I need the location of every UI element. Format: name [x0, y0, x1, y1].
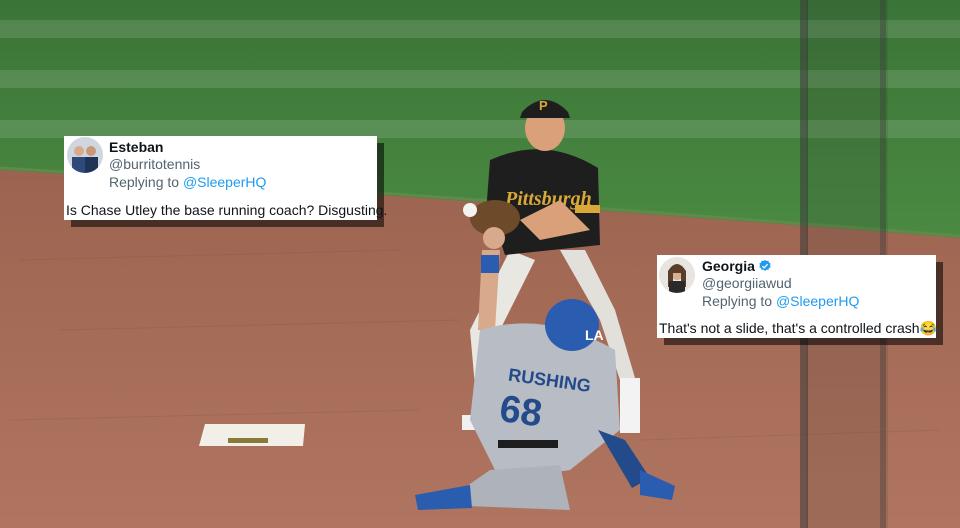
- cap-logo: P: [539, 98, 548, 113]
- tweet-text: Is Chase Utley the base running coach? D…: [66, 202, 388, 218]
- replying-to: Replying to @SleeperHQ: [109, 174, 266, 190]
- user-handle[interactable]: @georgiiawud: [702, 275, 792, 291]
- replying-prefix: Replying to: [702, 293, 776, 309]
- tweet-text: That's not a slide, that's a controlled …: [659, 320, 938, 336]
- replying-to: Replying to @SleeperHQ: [702, 293, 859, 309]
- avatar[interactable]: [659, 257, 695, 293]
- display-name[interactable]: Esteban: [109, 139, 163, 155]
- mention-link[interactable]: @SleeperHQ: [183, 174, 266, 190]
- mention-link[interactable]: @SleeperHQ: [776, 293, 859, 309]
- user-handle[interactable]: @burritotennis: [109, 156, 200, 172]
- display-name[interactable]: Georgia: [702, 258, 772, 276]
- video-frame: Pittsburgh P RUSHING 68 LA Esteban @burr…: [0, 0, 960, 528]
- second-base-bag: [199, 424, 305, 446]
- verified-badge-icon: [758, 259, 772, 276]
- avatar-photo-icon: [67, 137, 103, 173]
- replying-prefix: Replying to: [109, 174, 183, 190]
- avatar-photo-icon: [659, 257, 695, 293]
- jersey-number: 68: [497, 388, 545, 435]
- tweet-card: Esteban @burritotennis Replying to @Slee…: [64, 136, 387, 220]
- tweet-card: Georgia @georgiiawud Replying to @Sleepe…: [657, 255, 938, 338]
- display-name-text: Georgia: [702, 258, 755, 274]
- avatar[interactable]: [67, 137, 103, 173]
- svg-text:LA: LA: [585, 327, 604, 343]
